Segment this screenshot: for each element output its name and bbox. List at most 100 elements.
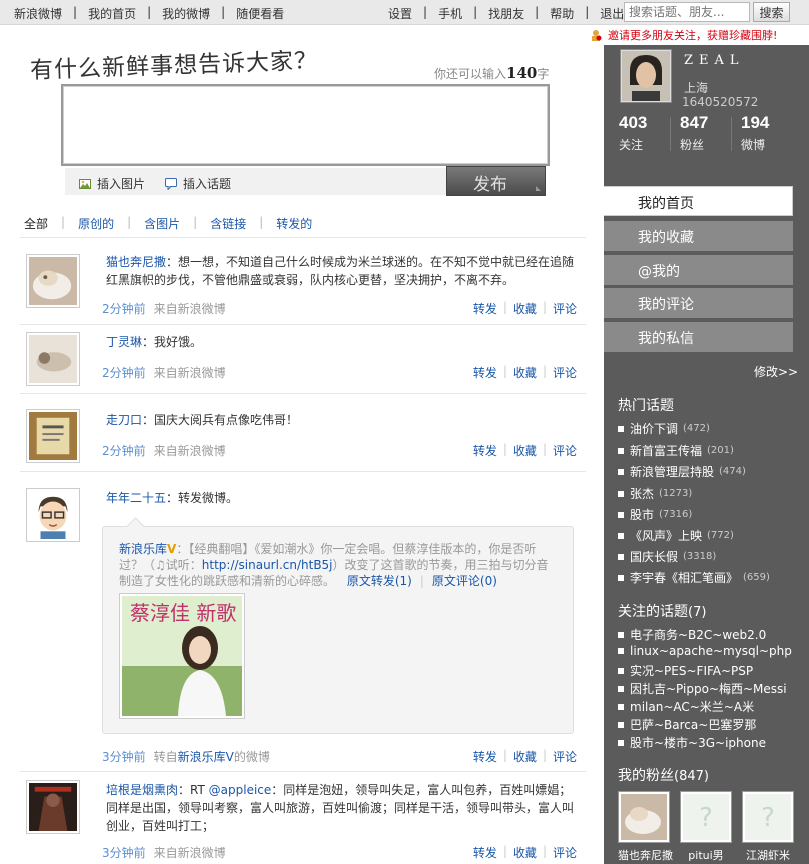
nav-browse[interactable]: 随便看看 [236, 5, 284, 22]
followed-topic-item[interactable]: 电子商务~B2C~web2.0 [618, 626, 766, 643]
original-comment-link[interactable]: 原文评论(0) [432, 574, 497, 588]
source-link[interactable]: 新浪乐库V [178, 750, 234, 764]
post-time[interactable]: 2分钟前 [102, 366, 146, 380]
menu-my-home[interactable]: 我的首页 [604, 186, 793, 216]
followed-topic-item[interactable]: milan~AC~米兰~A米 [618, 698, 754, 715]
profile-avatar[interactable] [620, 49, 672, 103]
compose-textarea[interactable] [61, 84, 550, 166]
fan-item[interactable]: 猫也奔尼撒 [618, 791, 673, 863]
hot-topic-item[interactable]: 国庆长假 (3318) [618, 548, 716, 565]
divider: | [502, 442, 507, 456]
menu-favorites[interactable]: 我的收藏 [604, 221, 793, 251]
followed-topic-item[interactable]: 巴萨~Barca~巴塞罗那 [618, 716, 756, 733]
favorite-button[interactable]: 收藏 [513, 748, 537, 765]
post-time[interactable]: 3分钟前 [102, 846, 146, 860]
nav-help[interactable]: 帮助 [550, 5, 574, 22]
original-repost-link[interactable]: 原文转发(1) [347, 574, 412, 588]
search-button[interactable]: 搜索 [753, 2, 790, 22]
bullet-icon [618, 511, 624, 518]
post-author[interactable]: 走刀口 [106, 413, 142, 427]
hot-topic-item[interactable]: 股市 (7316) [618, 506, 692, 523]
nav-logout[interactable]: 退出 [600, 5, 624, 22]
hot-topic-item[interactable]: 李宇春《相汇笔画》 (659) [618, 569, 770, 586]
menu-mentions[interactable]: @我的 [604, 255, 793, 285]
stat-followers[interactable]: 847 粉丝 [680, 113, 708, 153]
post-avatar[interactable] [26, 332, 80, 386]
favorite-button[interactable]: 收藏 [513, 300, 537, 317]
followed-topic-item[interactable]: 股市~楼市~3G~iphone [618, 734, 766, 751]
favorite-button[interactable]: 收藏 [513, 844, 537, 861]
hot-topic-item[interactable]: 新浪管理层持股 (474) [618, 463, 746, 480]
stat-posts[interactable]: 194 微博 [741, 113, 769, 153]
hot-topics-heading: 热门话题 [618, 398, 674, 414]
publish-button[interactable]: 发布 [446, 166, 546, 196]
repost-link[interactable]: http://sinaurl.cn/htB5j [202, 558, 333, 572]
nav-find-friends[interactable]: 找朋友 [488, 5, 524, 22]
tab-original[interactable]: 原创的 [78, 215, 114, 232]
comment-button[interactable]: 评论 [553, 442, 577, 459]
profile-name[interactable]: ZEAL [684, 53, 745, 68]
menu-messages[interactable]: 我的私信 [604, 322, 793, 352]
search-input[interactable] [624, 2, 750, 22]
tab-reposts[interactable]: 转发的 [276, 215, 312, 232]
favorite-button[interactable]: 收藏 [513, 364, 537, 381]
cat-avatar-image [621, 794, 667, 840]
divider: | [221, 5, 226, 19]
tab-with-image[interactable]: 含图片 [144, 215, 180, 232]
post-avatar[interactable] [26, 409, 80, 463]
post-avatar[interactable] [26, 780, 80, 834]
insert-topic-button[interactable]: 插入话题 [165, 175, 231, 192]
post-time[interactable]: 3分钟前 [102, 750, 146, 764]
edit-link[interactable]: 修改>> [754, 363, 798, 380]
post-author[interactable]: 丁灵琳 [106, 335, 142, 349]
followed-topic-item[interactable]: linux~apache~mysql~php [618, 644, 792, 658]
bullet-icon [618, 631, 624, 638]
invite-icon [592, 30, 602, 41]
post-time[interactable]: 2分钟前 [102, 302, 146, 316]
post-author[interactable]: 培根是烟熏肉 [106, 783, 178, 797]
invite-link[interactable]: 邀请更多朋友关注，获赠珍藏围脖! [590, 28, 802, 42]
fan-item[interactable]: ? 江湖虾米 [742, 791, 794, 863]
divider [731, 117, 732, 151]
followed-topic-item[interactable]: 因扎吉~Pippo~梅西~Messi [618, 680, 787, 697]
comment-button[interactable]: 评论 [553, 748, 577, 765]
followed-topic-item[interactable]: 实况~PES~FIFA~PSP [618, 662, 753, 679]
post-avatar[interactable] [26, 488, 80, 542]
nav-sina-weibo[interactable]: 新浪微博 [14, 5, 62, 22]
bullet-icon [618, 553, 624, 560]
fan-item[interactable]: ? pitui男 [680, 791, 732, 863]
hot-topic-item[interactable]: 《风声》上映 (772) [618, 527, 734, 544]
stat-value: 194 [741, 113, 770, 132]
forward-button[interactable]: 转发 [473, 442, 497, 459]
repost-author[interactable]: 新浪乐库 [119, 542, 167, 556]
nav-my-weibo[interactable]: 我的微博 [162, 5, 210, 22]
nav-settings[interactable]: 设置 [388, 5, 412, 22]
forward-button[interactable]: 转发 [473, 300, 497, 317]
repost-image[interactable]: 蔡淳佳 新歌 [119, 593, 245, 719]
menu-comments[interactable]: 我的评论 [604, 288, 793, 318]
nav-mobile[interactable]: 手机 [438, 5, 462, 22]
tab-all[interactable]: 全部 [24, 215, 48, 232]
favorite-button[interactable]: 收藏 [513, 442, 537, 459]
mention-link[interactable]: @appleice [209, 783, 272, 797]
comment-button[interactable]: 评论 [553, 300, 577, 317]
comment-button[interactable]: 评论 [553, 364, 577, 381]
hot-topic-item[interactable]: 张杰 (1273) [618, 485, 692, 502]
hot-topic-item[interactable]: 油价下调 (472) [618, 420, 710, 437]
forward-button[interactable]: 转发 [473, 364, 497, 381]
comment-button[interactable]: 评论 [553, 844, 577, 861]
forward-button[interactable]: 转发 [473, 844, 497, 861]
fan-avatar: ? [680, 791, 732, 843]
forward-button[interactable]: 转发 [473, 748, 497, 765]
post-author[interactable]: 猫也奔尼撒 [106, 255, 166, 269]
invite-text: 邀请更多朋友关注，获赠珍藏围脖! [608, 29, 778, 42]
post-source: 来自新浪微博 [153, 846, 226, 860]
post-avatar[interactable] [26, 254, 80, 308]
tab-with-link[interactable]: 含链接 [210, 215, 246, 232]
hot-topic-item[interactable]: 新首富王传福 (201) [618, 442, 734, 459]
post-time[interactable]: 2分钟前 [102, 444, 146, 458]
stat-following[interactable]: 403 关注 [619, 113, 647, 153]
post-author[interactable]: 年年二十五 [106, 491, 166, 505]
insert-image-button[interactable]: 插入图片 [79, 175, 145, 192]
nav-my-home[interactable]: 我的首页 [88, 5, 136, 22]
